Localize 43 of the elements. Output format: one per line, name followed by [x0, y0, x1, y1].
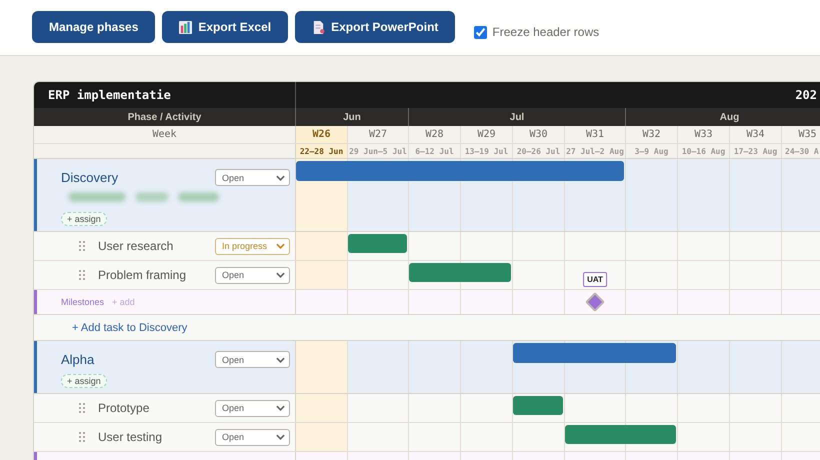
toolbar-button[interactable]: Manage phases [32, 11, 156, 43]
week-dates: 24–30 A [782, 144, 820, 158]
week-number: W29 [461, 126, 513, 143]
phase-name: Alpha [61, 352, 94, 367]
status-dropdown[interactable]: Open [215, 266, 290, 284]
week-number: W32 [626, 126, 678, 143]
week-dates: 29 Jun–5 Jul [348, 144, 409, 158]
phase-name: Discovery [61, 170, 118, 185]
assign-button[interactable]: + assign [61, 374, 107, 388]
assign-button[interactable]: + assign [61, 212, 107, 226]
status-dropdown[interactable]: Open [215, 428, 290, 446]
freeze-label: Freeze header rows [492, 25, 600, 39]
status-dropdown[interactable]: Open [215, 169, 290, 186]
week-number: W31 [565, 126, 626, 143]
week-dates: 10–16 Aug [678, 144, 730, 158]
year-label: 202 [795, 88, 817, 102]
week-dates: 20–26 Jul [513, 144, 565, 158]
week-number: W30 [513, 126, 565, 143]
add-task-link[interactable]: + Add task to Discovery [72, 322, 188, 334]
week-dates: 3–9 Aug [626, 144, 678, 158]
week-dates: 6–12 Jul [409, 144, 461, 158]
task-name: Prototype [98, 401, 150, 415]
week-dates: 22–28 Jun [296, 144, 348, 158]
toolbar-button[interactable]: Export Excel [162, 11, 288, 43]
task-name: User testing [98, 430, 164, 444]
toolbar-button[interactable]: Export PowerPoint [295, 11, 456, 43]
week-dates: 13–19 Jul [461, 144, 513, 158]
project-title: ERP implementatie [48, 88, 171, 102]
status-dropdown[interactable]: Open [215, 351, 290, 368]
status-dropdown[interactable]: In progress [215, 238, 290, 254]
week-number: W28 [409, 126, 461, 143]
milestone-label: UAT [583, 272, 607, 287]
task-name: Problem framing [98, 268, 188, 282]
week-dates: 27 Jul–2 Aug [565, 144, 626, 158]
week-number: W33 [678, 126, 730, 143]
week-number: W26 [296, 126, 348, 143]
status-dropdown[interactable]: Open [215, 400, 290, 416]
task-name: User research [98, 239, 174, 253]
week-number: W34 [730, 126, 782, 143]
week-number: W35 [782, 126, 820, 143]
week-number: W27 [348, 126, 409, 143]
week-dates: 17–23 Aug [730, 144, 782, 158]
milestones-label: Milestones [61, 297, 104, 307]
